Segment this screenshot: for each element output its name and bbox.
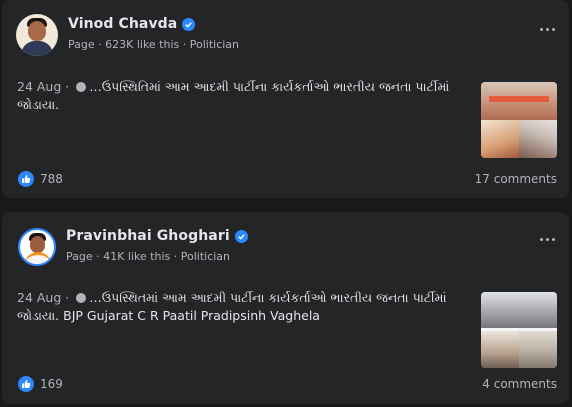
post-date[interactable]: 24 Aug ·: [17, 290, 73, 305]
globe-icon: [76, 82, 87, 92]
comments-count[interactable]: 17 comments: [475, 172, 557, 186]
post-image-thumbnail[interactable]: [481, 82, 557, 158]
post-card: Vinod Chavda Page · 623K like this · Pol…: [2, 0, 569, 198]
more-options-icon[interactable]: [540, 238, 555, 241]
avatar[interactable]: [16, 14, 58, 56]
author-name[interactable]: Vinod Chavda: [68, 16, 177, 32]
reactions-count[interactable]: 169: [18, 376, 63, 392]
reactions-count[interactable]: 788: [18, 171, 63, 187]
more-options-icon[interactable]: [540, 28, 555, 31]
like-reaction-icon: [18, 171, 34, 187]
likes-count: 788: [40, 172, 63, 186]
post-image-thumbnail[interactable]: [481, 292, 557, 368]
comments-count[interactable]: 4 comments: [482, 377, 557, 391]
avatar[interactable]: [18, 228, 56, 266]
author-name[interactable]: Pravinbhai Ghoghari: [66, 228, 230, 244]
post-date[interactable]: 24 Aug ·: [17, 79, 73, 94]
globe-icon: [76, 293, 87, 303]
author-subtitle: Page · 41K like this · Politician: [66, 250, 231, 263]
verified-badge-icon: [182, 17, 196, 31]
post-card: Pravinbhai Ghoghari Page · 41K like this…: [2, 212, 569, 404]
likes-count: 169: [40, 377, 63, 391]
verified-badge-icon: [234, 229, 248, 243]
like-reaction-icon: [18, 376, 34, 392]
author-subtitle: Page · 623K like this · Politician: [68, 38, 240, 51]
post-header: Vinod Chavda Page · 623K like this · Pol…: [16, 14, 239, 56]
post-header: Pravinbhai Ghoghari Page · 41K like this…: [16, 226, 248, 266]
post-text: 24 Aug · …ઉપસ્થિતમાં આમ આદમી પાર્ટીના કા…: [17, 289, 462, 325]
post-text: 24 Aug · …ઉપસ્થિતિમાં આમ આદમી પાર્ટીના ક…: [17, 78, 462, 114]
